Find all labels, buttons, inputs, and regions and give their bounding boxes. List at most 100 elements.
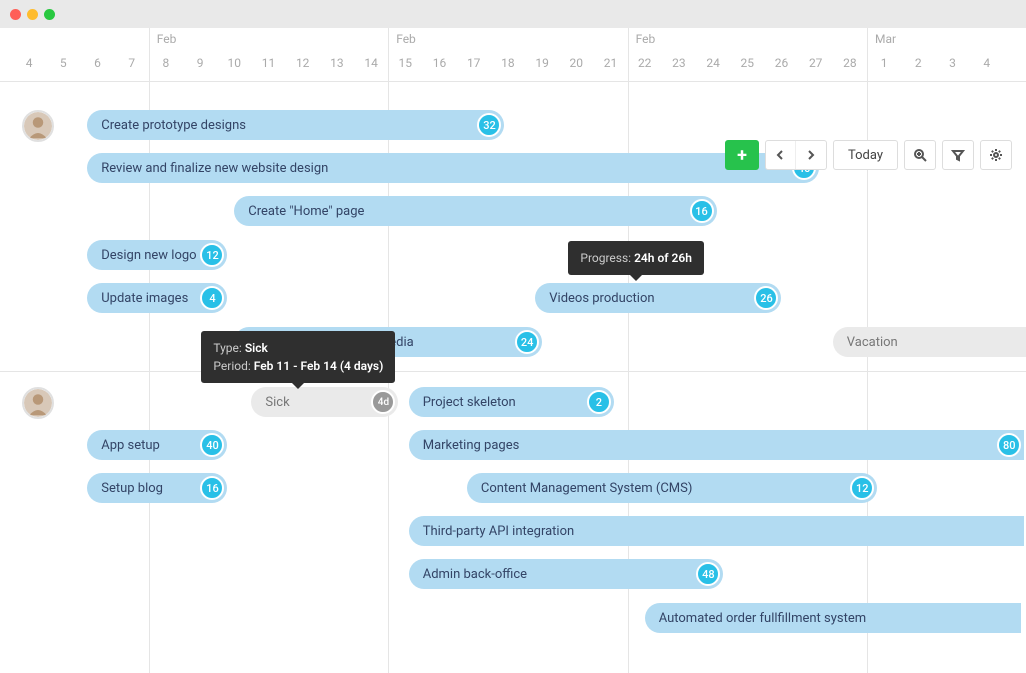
day-label[interactable]: 20 — [570, 56, 584, 70]
task-bar[interactable]: Create "Home" page 16 — [234, 196, 716, 226]
task-hours-badge: 80 — [997, 433, 1021, 457]
day-label[interactable]: 11 — [262, 56, 276, 70]
absence-tooltip: Type: Sick Period: Feb 11 - Feb 14 (4 day… — [201, 331, 395, 383]
zoom-button[interactable] — [904, 140, 936, 170]
task-bar[interactable]: Setup blog16 — [87, 473, 227, 503]
task-hours-badge: 16 — [690, 199, 714, 223]
task-label: Design new logo — [87, 248, 196, 263]
task-hours-badge: 32 — [477, 113, 501, 137]
prev-button[interactable] — [766, 141, 796, 169]
window-titlebar — [0, 0, 1026, 28]
task-label: App setup — [87, 438, 160, 453]
task-bar[interactable]: Videos production26 — [535, 283, 781, 313]
task-hours-badge: 24 — [515, 330, 539, 354]
month-label: Feb — [157, 32, 177, 46]
task-hours-badge: 40 — [200, 433, 224, 457]
workspace: FebFebFebMar 456789101112131415161718192… — [0, 28, 1026, 673]
day-label[interactable]: 4 — [26, 56, 33, 70]
close-dot[interactable] — [10, 9, 21, 20]
tooltip-value: 24h of 26h — [634, 251, 692, 265]
day-label[interactable]: 7 — [128, 56, 135, 70]
task-hours-badge: 4d — [371, 390, 395, 414]
settings-button[interactable] — [980, 140, 1012, 170]
day-label[interactable]: 3 — [949, 56, 956, 70]
day-label[interactable]: 2 — [915, 56, 922, 70]
task-label: Project skeleton — [409, 395, 516, 410]
day-label[interactable]: 14 — [364, 56, 378, 70]
day-label[interactable]: 4 — [983, 56, 990, 70]
day-label[interactable]: 19 — [535, 56, 549, 70]
minimize-dot[interactable] — [27, 9, 38, 20]
day-label[interactable]: 16 — [433, 56, 447, 70]
gear-icon — [989, 148, 1003, 162]
day-label[interactable]: 23 — [672, 56, 686, 70]
task-label: Marketing pages — [409, 438, 520, 453]
task-hours-badge: 2 — [587, 390, 611, 414]
day-label[interactable]: 12 — [296, 56, 310, 70]
absence-bar[interactable]: Sick 4d — [251, 387, 398, 417]
task-bar[interactable]: Content Management System (CMS) 12 — [467, 473, 877, 503]
day-label[interactable]: 22 — [638, 56, 652, 70]
day-label[interactable]: 9 — [197, 56, 204, 70]
task-label: Create "Home" page — [234, 204, 364, 219]
filter-icon — [951, 148, 965, 162]
task-bar[interactable]: Update images4 — [87, 283, 227, 313]
day-label[interactable]: 28 — [843, 56, 857, 70]
day-label[interactable]: 17 — [467, 56, 481, 70]
tooltip-type-value: Sick — [245, 341, 268, 355]
month-row: FebFebFebMar — [0, 28, 1026, 50]
app-window: FebFebFebMar 456789101112131415161718192… — [0, 0, 1026, 673]
day-label[interactable]: 13 — [330, 56, 344, 70]
day-label[interactable]: 1 — [881, 56, 888, 70]
day-label[interactable]: 25 — [741, 56, 755, 70]
zoom-dot[interactable] — [44, 9, 55, 20]
tooltip-period-label: Period: — [213, 359, 250, 373]
day-label[interactable]: 18 — [501, 56, 515, 70]
user-avatar[interactable] — [22, 110, 54, 142]
day-label[interactable]: 27 — [809, 56, 823, 70]
next-button[interactable] — [796, 141, 826, 169]
day-label[interactable]: 15 — [399, 56, 413, 70]
toolbar: + Today — [725, 140, 1012, 170]
today-button[interactable]: Today — [833, 140, 898, 170]
task-label: Content Management System (CMS) — [467, 481, 693, 496]
task-bar[interactable]: Marketing pages 80 — [409, 430, 1025, 460]
task-bar[interactable]: Third-party API integration — [409, 516, 1025, 546]
task-label: Review and finalize new website design — [87, 161, 328, 176]
task-label: Create prototype designs — [87, 118, 246, 133]
month-label: Mar — [875, 32, 896, 46]
task-bar[interactable]: Automated order fullfillment system — [645, 603, 1021, 633]
progress-tooltip: Progress: 24h of 26h — [568, 241, 704, 275]
day-label[interactable]: 5 — [60, 56, 67, 70]
absence-bar[interactable]: Vacation — [833, 327, 1026, 357]
task-bar[interactable]: Review and finalize new website design40 — [87, 153, 819, 183]
tooltip-type-label: Type: — [213, 341, 241, 355]
day-label[interactable]: 6 — [94, 56, 101, 70]
tooltip-period-value: Feb 11 - Feb 14 (4 days) — [254, 359, 384, 373]
add-button[interactable]: + — [725, 140, 759, 170]
day-label[interactable]: 24 — [706, 56, 720, 70]
task-hours-badge: 12 — [200, 243, 224, 267]
search-plus-icon — [913, 148, 927, 162]
task-bar[interactable]: Project skeleton 2 — [409, 387, 614, 417]
task-bar[interactable]: App setup 40 — [87, 430, 227, 460]
task-bar[interactable]: Admin back-office 48 — [409, 559, 724, 589]
nav-buttons — [765, 140, 827, 170]
filter-button[interactable] — [942, 140, 974, 170]
day-label[interactable]: 8 — [163, 56, 170, 70]
task-label: Admin back-office — [409, 567, 527, 582]
task-label: Third-party API integration — [409, 524, 574, 539]
task-label: Setup blog — [87, 481, 163, 496]
task-bar[interactable]: Create prototype designs 32 — [87, 110, 504, 140]
task-label: Videos production — [535, 291, 654, 306]
day-label[interactable]: 10 — [228, 56, 242, 70]
task-hours-badge: 48 — [696, 562, 720, 586]
task-label: Update images — [87, 291, 188, 306]
day-label[interactable]: 21 — [604, 56, 618, 70]
task-label: Vacation — [833, 335, 898, 350]
user-avatar[interactable] — [22, 387, 54, 419]
task-label: Sick — [251, 395, 289, 410]
task-bar[interactable]: Design new logo 12 — [87, 240, 227, 270]
day-label[interactable]: 26 — [775, 56, 789, 70]
task-hours-badge: 12 — [850, 476, 874, 500]
